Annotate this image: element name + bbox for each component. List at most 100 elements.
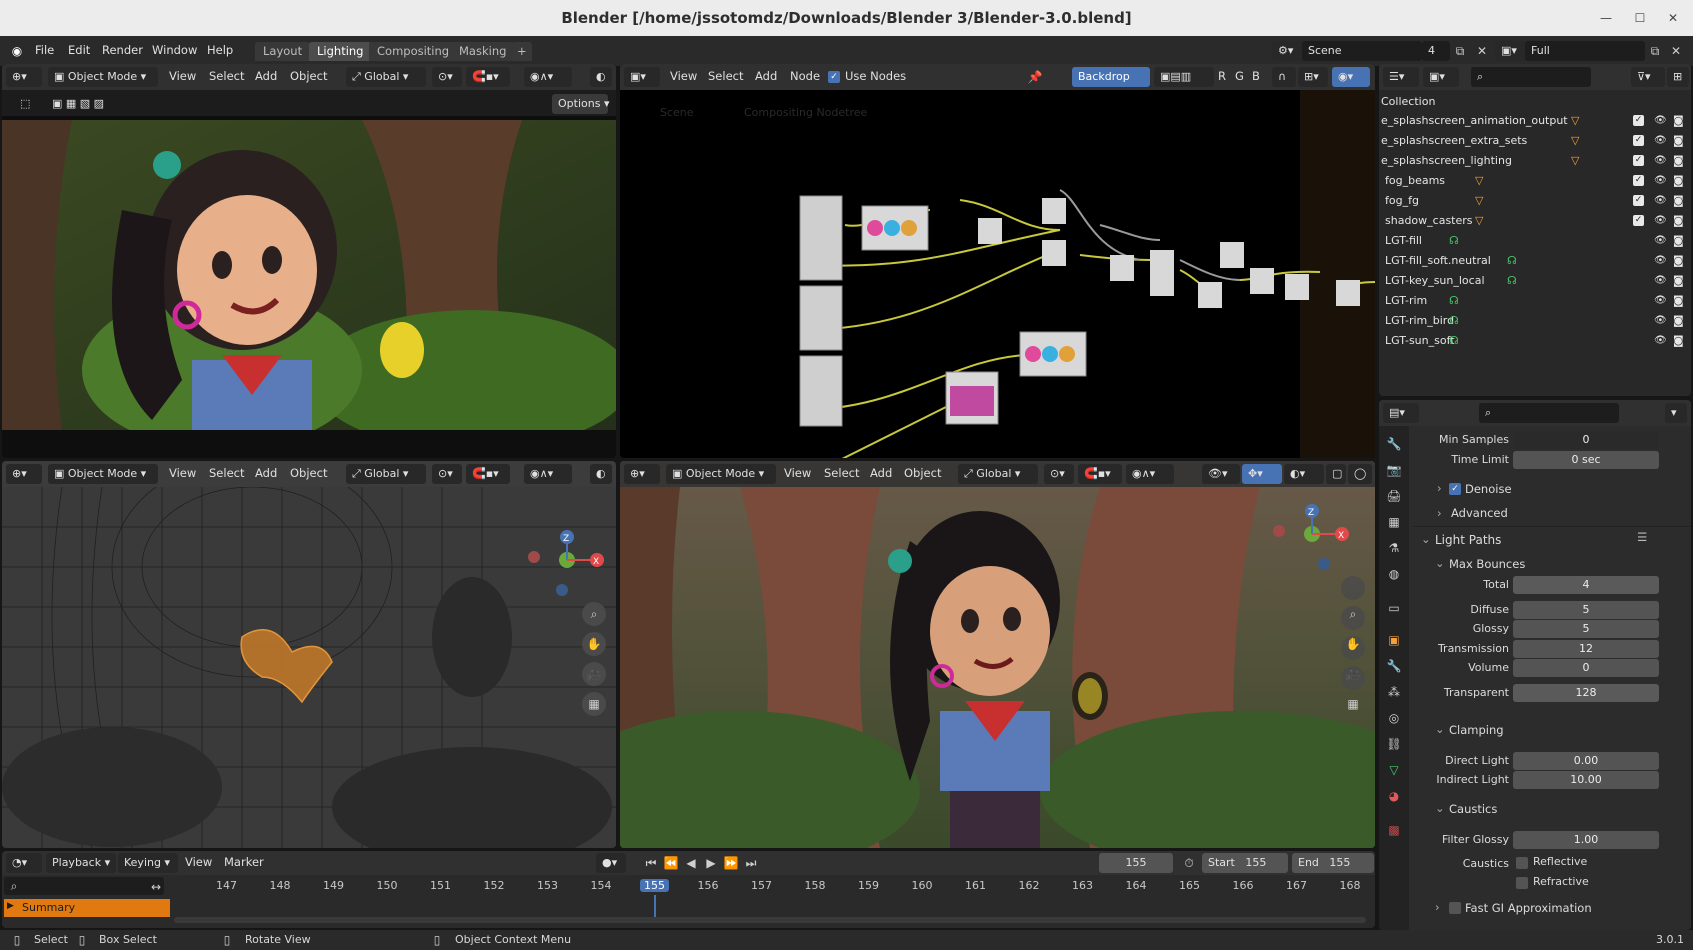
- render-camera-icon[interactable]: ◙: [1673, 111, 1684, 130]
- physics-tab-icon[interactable]: ◎: [1384, 708, 1404, 728]
- outliner-item[interactable]: LGT-rim_bird ☊ 👁 ◙: [1385, 311, 1691, 330]
- orientation-dropdown[interactable]: ⤢ Global ▾: [346, 67, 426, 87]
- render-tab-icon[interactable]: 📷: [1384, 460, 1404, 480]
- tab-compositing[interactable]: Compositing: [369, 42, 458, 61]
- visibility-eye-icon[interactable]: 👁: [1654, 111, 1667, 130]
- menu-add[interactable]: Add: [255, 69, 277, 83]
- camera-icon[interactable]: 🎥: [1345, 664, 1361, 684]
- editor-type-button[interactable]: ⊕▾: [6, 464, 42, 484]
- channel-g[interactable]: G: [1235, 69, 1244, 83]
- viewport-top-left[interactable]: ⊕▾ ▣ Object Mode ▾ View Select Add Objec…: [2, 64, 616, 458]
- play-reverse-icon[interactable]: ◀: [682, 853, 700, 873]
- menu-marker[interactable]: Marker: [224, 855, 264, 869]
- properties-options-icon[interactable]: ▾: [1665, 403, 1687, 423]
- exclude-checkbox[interactable]: ✓: [1633, 175, 1644, 186]
- overlay-icon[interactable]: ◉▾: [1332, 67, 1370, 87]
- world-tab-icon[interactable]: ◍: [1384, 564, 1404, 584]
- min-samples-field[interactable]: 0: [1513, 431, 1659, 449]
- exclude-checkbox[interactable]: ✓: [1633, 155, 1644, 166]
- editor-type-button[interactable]: ⊕▾: [6, 67, 42, 87]
- outliner-item[interactable]: fog_fg ▽ ✓ 👁 ◙: [1385, 191, 1691, 210]
- tool-tab-icon[interactable]: 🔧: [1384, 434, 1404, 454]
- minimize-icon[interactable]: —: [1596, 8, 1616, 28]
- render-camera-icon[interactable]: ◙: [1673, 211, 1684, 230]
- render-camera-icon[interactable]: ◙: [1673, 151, 1684, 170]
- editor-type-button[interactable]: ☰▾: [1383, 67, 1419, 87]
- jump-end-icon[interactable]: ⏭: [742, 853, 760, 873]
- scene-name-field[interactable]: Scene: [1302, 41, 1422, 61]
- viewport-gizmo-icon[interactable]: ◐: [590, 464, 612, 484]
- viewport-bottom-center[interactable]: Z X ⊕▾ ▣ Object Mode ▾ View Select Add O…: [620, 461, 1375, 848]
- viewlayer-name-field[interactable]: Full: [1525, 41, 1645, 61]
- editor-type-button[interactable]: ▣▾: [624, 67, 660, 87]
- jump-start-icon[interactable]: ⏮: [642, 853, 660, 873]
- keying-dropdown[interactable]: Keying ▾: [118, 853, 178, 873]
- exclude-checkbox[interactable]: ✓: [1633, 215, 1644, 226]
- advanced-chevron-icon[interactable]: ›: [1437, 506, 1442, 520]
- timeline-scrollbar[interactable]: [174, 917, 1366, 923]
- editor-type-button[interactable]: ⊕▾: [624, 464, 660, 484]
- menu-node[interactable]: Node: [790, 69, 820, 83]
- node-graph[interactable]: [620, 90, 1375, 458]
- exclude-checkbox[interactable]: ✓: [1633, 195, 1644, 206]
- exclude-checkbox[interactable]: ✓: [1633, 115, 1644, 126]
- backdrop-toggle[interactable]: Backdrop: [1072, 67, 1150, 87]
- fast-gi-checkbox[interactable]: [1449, 902, 1461, 914]
- visibility-eye-icon[interactable]: 👁: [1654, 331, 1667, 350]
- menu-object[interactable]: Object: [290, 69, 327, 83]
- proportional-icon[interactable]: ◉∧▾: [524, 464, 572, 484]
- indirect-light-field[interactable]: 10.00: [1513, 771, 1659, 789]
- zoom-icon[interactable]: ⌕: [586, 604, 602, 624]
- snap-icon[interactable]: 🧲▪▾: [1078, 464, 1122, 484]
- light-paths-chevron-icon[interactable]: ⌄: [1421, 532, 1431, 546]
- outliner-item[interactable]: LGT-fill ☊ 👁 ◙: [1385, 231, 1691, 250]
- texture-tab-icon[interactable]: ▩: [1384, 820, 1404, 840]
- collection-tab-icon[interactable]: ▭: [1384, 598, 1404, 618]
- render-camera-icon[interactable]: ◙: [1673, 331, 1684, 350]
- tab-masking[interactable]: Masking: [451, 42, 515, 61]
- render-camera-icon[interactable]: ◙: [1673, 191, 1684, 210]
- summary-expand-icon[interactable]: ▶: [7, 901, 14, 911]
- mode-dropdown[interactable]: ▣ Object Mode ▾: [48, 464, 158, 484]
- add-workspace-button[interactable]: +: [512, 42, 532, 61]
- menu-render[interactable]: Render: [102, 43, 143, 57]
- snap-element-icon[interactable]: ⊞▾: [1298, 67, 1328, 87]
- orientation-dropdown[interactable]: ⤢ Global ▾: [346, 464, 426, 484]
- visibility-icon[interactable]: 👁▾: [1202, 464, 1240, 484]
- viewport-bottom-left[interactable]: ⊕▾ ▣ Object Mode ▾ View Select Add Objec…: [2, 461, 616, 848]
- menu-select[interactable]: Select: [708, 69, 743, 83]
- new-viewlayer-icon[interactable]: ⧉: [1645, 41, 1665, 61]
- select-mode-icons[interactable]: ▣ ▦ ▧ ▨: [46, 94, 136, 114]
- editor-type-button[interactable]: ◔▾: [6, 853, 42, 873]
- visibility-eye-icon[interactable]: 👁: [1654, 291, 1667, 310]
- start-frame-field[interactable]: Start 155: [1202, 853, 1288, 873]
- playback-dropdown[interactable]: Playback ▾: [46, 853, 116, 873]
- max-bounces-chevron-icon[interactable]: ⌄: [1435, 556, 1445, 570]
- outliner-root-row[interactable]: Collection: [1381, 92, 1691, 111]
- pin-icon[interactable]: 📌: [1025, 67, 1045, 87]
- menu-help[interactable]: Help: [207, 43, 233, 57]
- render-camera-icon[interactable]: ◙: [1673, 311, 1684, 330]
- modifier-tab-icon[interactable]: 🔧: [1384, 656, 1404, 676]
- current-frame-field[interactable]: 155: [1099, 853, 1173, 873]
- outliner-item[interactable]: LGT-fill_soft.neutral ☊ 👁 ◙: [1385, 251, 1691, 270]
- tool-select-icon[interactable]: ⬚: [14, 94, 36, 114]
- outliner-search-input[interactable]: ⌕: [1471, 67, 1591, 87]
- bounce-field[interactable]: 0: [1513, 659, 1659, 677]
- visibility-eye-icon[interactable]: 👁: [1654, 211, 1667, 230]
- menu-add[interactable]: Add: [255, 466, 277, 480]
- play-icon[interactable]: ▶: [702, 853, 720, 873]
- close-icon[interactable]: ✕: [1663, 8, 1683, 28]
- channel-r[interactable]: R: [1218, 69, 1226, 83]
- material-tab-icon[interactable]: ◕: [1384, 786, 1404, 806]
- menu-file[interactable]: File: [35, 43, 54, 57]
- menu-view[interactable]: View: [169, 69, 196, 83]
- reflective-checkbox[interactable]: [1516, 857, 1528, 869]
- properties-search-input[interactable]: ⌕: [1479, 403, 1619, 423]
- menu-select[interactable]: Select: [824, 466, 859, 480]
- properties-editor[interactable]: ▤▾ ⌕ ▾ 🔧 📷 🖨 ▦ ⚗ ◍ ▭ ▣ 🔧 ⁂ ◎ ⛓ ▽ ◕ ▩ Min…: [1379, 400, 1691, 930]
- menu-object[interactable]: Object: [904, 466, 941, 480]
- outliner-item[interactable]: fog_beams ▽ ✓ 👁 ◙: [1385, 171, 1691, 190]
- menu-select[interactable]: Select: [209, 69, 244, 83]
- pivot-icon[interactable]: ⊙▾: [1044, 464, 1074, 484]
